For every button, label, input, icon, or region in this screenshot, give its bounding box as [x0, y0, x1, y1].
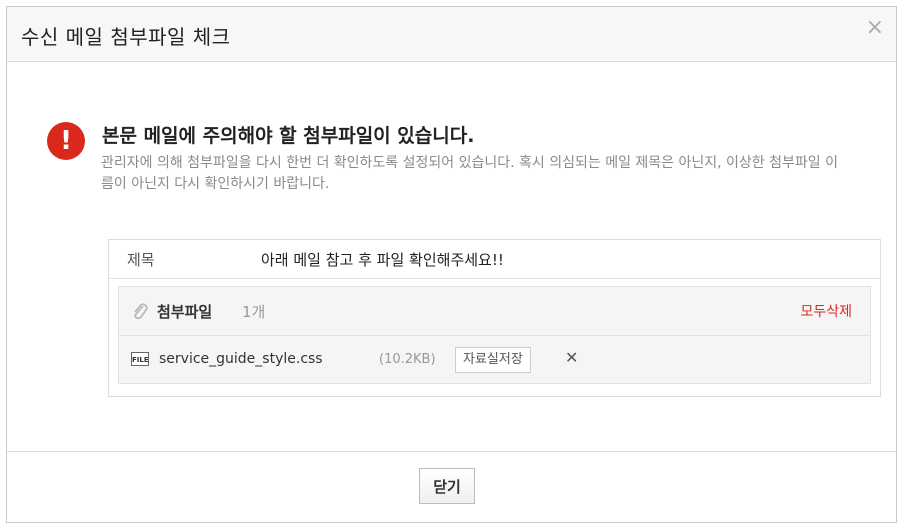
warning-icon: ! — [47, 122, 85, 160]
file-row: FILE service_guide_style.css (10.2KB) 자료… — [119, 336, 870, 384]
file-icon: FILE — [131, 352, 149, 366]
file-name[interactable]: service_guide_style.css — [159, 351, 323, 367]
warning-description: 관리자에 의해 첨부파일을 다시 한번 더 확인하도록 설정되어 있습니다. 혹… — [101, 155, 838, 192]
save-to-archive-button[interactable]: 자료실저장 — [455, 347, 531, 373]
warning-headline: 본문 메일에 주의해야 할 첨부파일이 있습니다. — [102, 125, 475, 147]
attachment-panel: 첨부파일 1개 모두삭제 FILE service_guide_style.cs… — [118, 286, 871, 384]
delete-all-link[interactable]: 모두삭제 — [800, 301, 852, 321]
attachment-count: 1개 — [242, 303, 266, 321]
mail-info-box: 제목 아래 메일 참고 후 파일 확인해주세요!! 첨부파일 1개 모두삭제 F… — [108, 239, 881, 397]
attachment-title: 첨부파일 — [157, 303, 213, 321]
subject-value: 아래 메일 참고 후 파일 확인해주세요!! — [261, 251, 504, 269]
close-button[interactable]: 닫기 — [419, 468, 475, 504]
dialog-titlebar: 수신 메일 첨부파일 체크 × — [7, 7, 896, 62]
file-size: (10.2KB) — [379, 352, 436, 367]
paperclip-icon — [131, 302, 151, 322]
attachment-header: 첨부파일 1개 모두삭제 — [119, 287, 870, 336]
remove-file-icon[interactable]: ✕ — [565, 348, 578, 367]
subject-row: 제목 아래 메일 참고 후 파일 확인해주세요!! — [109, 240, 880, 279]
dialog-footer: 닫기 — [7, 451, 896, 522]
dialog-title: 수신 메일 첨부파일 체크 — [21, 25, 231, 49]
close-icon[interactable]: × — [866, 17, 884, 39]
attachment-check-dialog: 수신 메일 첨부파일 체크 × ! 본문 메일에 주의해야 할 첨부파일이 있습… — [6, 6, 897, 523]
subject-label: 제목 — [127, 251, 155, 269]
